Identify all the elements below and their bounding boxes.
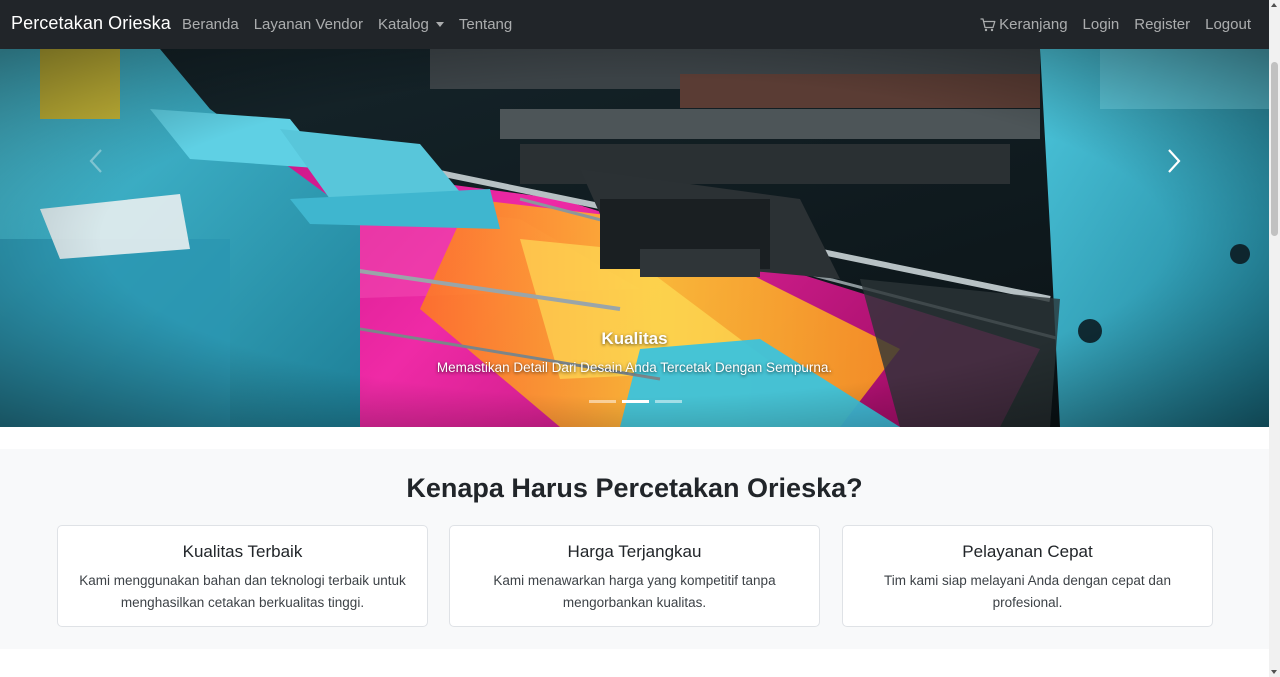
nav-login[interactable]: Login — [1083, 16, 1120, 33]
chevron-down-icon — [435, 22, 444, 27]
nav-beranda[interactable]: Beranda — [182, 16, 239, 33]
carousel-indicator-2[interactable] — [622, 400, 649, 403]
card-title: Kualitas Terbaik — [182, 542, 303, 561]
carousel-caption-text: Memastikan Detail Dari Desain Anda Terce… — [436, 360, 833, 375]
feature-card-price: Harga Terjangkau Kami menawarkan harga y… — [449, 525, 820, 627]
scroll-down-arrow-icon[interactable] — [1271, 670, 1277, 674]
hero-carousel: Kualitas Memastikan Detail Dari Desain A… — [0, 49, 1269, 427]
nav-tentang[interactable]: Tentang — [459, 16, 512, 33]
carousel-indicator-1[interactable] — [589, 400, 616, 403]
why-section: Kenapa Harus Percetakan Orieska? Kualita… — [0, 449, 1269, 649]
card-title: Harga Terjangkau — [567, 542, 702, 561]
page: Percetakan Orieska Beranda Layanan Vendo… — [0, 0, 1280, 677]
scroll-up-arrow-icon[interactable] — [1271, 3, 1277, 7]
feature-card-quality: Kualitas Terbaik Kami menggunakan bahan … — [57, 525, 428, 627]
chevron-left-icon — [89, 149, 102, 173]
nav-layanan-vendor[interactable]: Layanan Vendor — [254, 16, 363, 33]
page-scrollbar[interactable] — [1269, 0, 1280, 677]
carousel-indicators — [589, 400, 682, 403]
brand-link[interactable]: Percetakan Orieska — [11, 13, 171, 34]
card-title: Pelayanan Cepat — [962, 542, 1093, 561]
section-title: Kenapa Harus Percetakan Orieska? — [406, 473, 863, 503]
nav-register[interactable]: Register — [1134, 16, 1190, 33]
nav-left: Beranda Layanan Vendor Katalog Tentang — [182, 16, 512, 33]
cart-icon — [980, 17, 996, 31]
nav-right: Keranjang Login Register Logout — [980, 16, 1251, 33]
carousel-prev-button[interactable] — [76, 144, 116, 178]
navbar: Percetakan Orieska Beranda Layanan Vendo… — [0, 0, 1269, 49]
nav-katalog-label: Katalog — [377, 16, 429, 33]
feature-card-service: Pelayanan Cepat Tim kami siap melayani A… — [842, 525, 1213, 627]
scrollbar-thumb[interactable] — [1271, 62, 1278, 236]
card-text: Tim kami siap melayani Anda dengan cepat… — [884, 573, 1171, 610]
nav-keranjang-label: Keranjang — [999, 16, 1068, 33]
carousel-indicator-3[interactable] — [655, 400, 682, 403]
nav-katalog-dropdown[interactable]: Katalog — [378, 16, 444, 33]
carousel-caption-title: Kualitas — [601, 329, 668, 348]
chevron-right-icon — [1168, 149, 1181, 173]
main-content: Percetakan Orieska Beranda Layanan Vendo… — [0, 0, 1269, 677]
card-text: Kami menggunakan bahan dan teknologi ter… — [79, 573, 406, 610]
nav-logout[interactable]: Logout — [1205, 16, 1251, 33]
nav-keranjang[interactable]: Keranjang — [980, 16, 1068, 33]
carousel-next-button[interactable] — [1154, 144, 1194, 178]
card-text: Kami menawarkan harga yang kompetitif ta… — [493, 573, 776, 610]
